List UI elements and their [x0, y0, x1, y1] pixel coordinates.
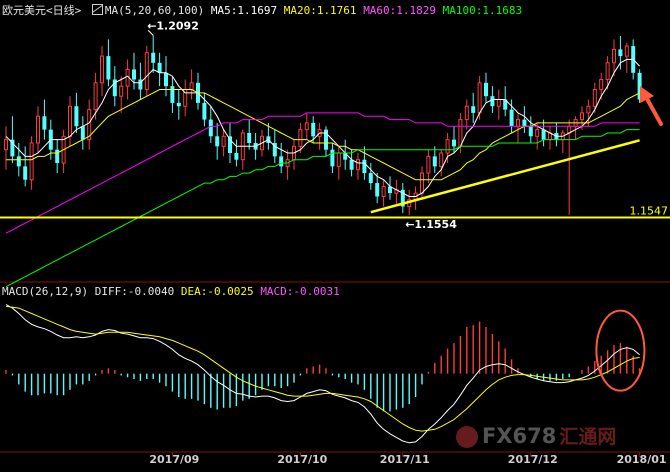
chart-window: ←1.2092 ←1.1554 1.1547 欧元美元<日线> MA(5,20,60…: [0, 0, 670, 472]
date-label: 2017/09: [149, 453, 200, 466]
date-label: 2017/11: [379, 453, 430, 466]
indicator-header: 欧元美元<日线> MA(5,20,60,100) MA5:1.1697 MA20…: [2, 2, 522, 18]
ma100-value: MA100:1.1683: [442, 4, 523, 17]
ma5-value: MA5:1.1697: [210, 4, 278, 17]
support-label: 1.1547: [630, 205, 669, 218]
period-label[interactable]: <日线>: [46, 4, 81, 17]
candle[interactable]: [144, 46, 149, 97]
macd-diff-value: DIFF:-0.0040: [94, 285, 175, 298]
date-label: 2017/10: [277, 453, 328, 466]
ma-settings-icon[interactable]: [91, 4, 103, 15]
date-label: 2018/01: [616, 453, 667, 466]
macd-dea-value: DEA:-0.0025: [180, 285, 254, 298]
macd-params: MACD(26,12,9): [2, 285, 89, 298]
ma20-value: MA20:1.1761: [283, 4, 357, 17]
macd-header: MACD(26,12,9) DIFF:-0.0040 DEA:-0.0025 M…: [2, 285, 340, 298]
watermark: FX678 汇通网: [456, 422, 616, 449]
date-label: 2017/12: [507, 453, 558, 466]
macd-macd-value: MACD:-0.0031: [260, 285, 340, 298]
ma-params: MA(5,20,60,100): [104, 4, 205, 17]
watermark-logo-icon: [456, 426, 478, 448]
symbol-name: 欧元美元: [2, 4, 46, 17]
ma60-value: MA60:1.1829: [363, 4, 437, 17]
low-label: ←1.1554: [405, 218, 457, 231]
watermark-brand: FX678: [482, 424, 557, 448]
high-label: ←1.2092: [147, 19, 199, 32]
chart-canvas: ←1.2092 ←1.1554 1.1547: [0, 0, 670, 472]
watermark-suffix: 汇通网: [559, 426, 617, 448]
